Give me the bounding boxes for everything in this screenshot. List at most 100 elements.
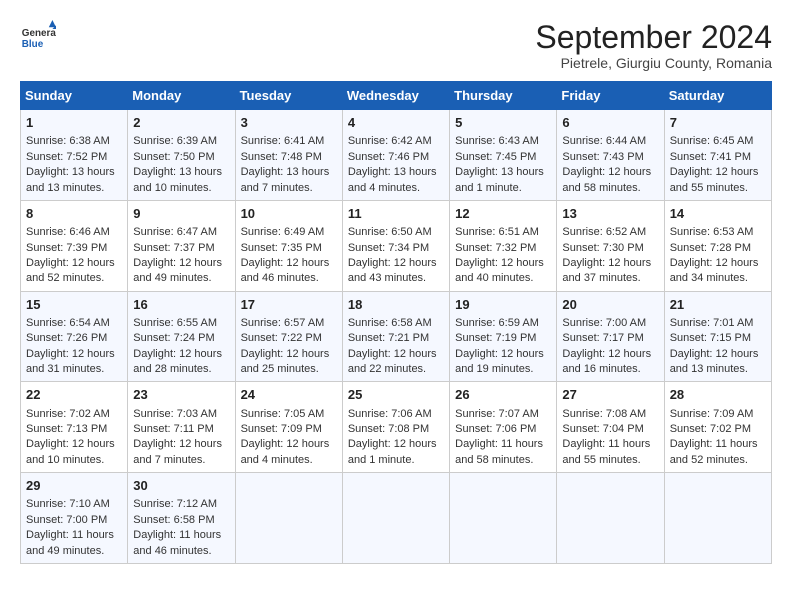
sunrise: Sunrise: 7:12 AM — [133, 498, 217, 510]
daylight-minutes: and 37 minutes. — [562, 272, 640, 284]
daylight-hours: Daylight: 12 hours — [241, 438, 330, 450]
daylight-hours: Daylight: 13 hours — [348, 166, 437, 178]
table-cell: 20Sunrise: 7:00 AMSunset: 7:17 PMDayligh… — [557, 291, 664, 382]
daylight-minutes: and 52 minutes. — [26, 272, 104, 284]
sunrise: Sunrise: 6:51 AM — [455, 226, 539, 238]
sunset: Sunset: 7:00 PM — [26, 514, 107, 526]
sunrise: Sunrise: 6:45 AM — [670, 135, 754, 147]
daylight-hours: Daylight: 12 hours — [562, 257, 651, 269]
sunset: Sunset: 7:46 PM — [348, 151, 429, 163]
sunrise: Sunrise: 7:07 AM — [455, 408, 539, 420]
day-number: 15 — [26, 296, 122, 314]
daylight-minutes: and 55 minutes. — [670, 182, 748, 194]
col-sunday: Sunday — [21, 82, 128, 110]
sunrise: Sunrise: 6:39 AM — [133, 135, 217, 147]
sunset: Sunset: 7:50 PM — [133, 151, 214, 163]
table-cell: 26Sunrise: 7:07 AMSunset: 7:06 PMDayligh… — [450, 382, 557, 473]
sunrise: Sunrise: 6:49 AM — [241, 226, 325, 238]
day-number: 26 — [455, 386, 551, 404]
calendar-week-row: 22Sunrise: 7:02 AMSunset: 7:13 PMDayligh… — [21, 382, 772, 473]
sunrise: Sunrise: 6:38 AM — [26, 135, 110, 147]
day-number: 18 — [348, 296, 444, 314]
sunset: Sunset: 7:37 PM — [133, 242, 214, 254]
table-cell: 1 Sunrise: 6:38 AM Sunset: 7:52 PM Daylight… — [21, 110, 128, 201]
day-number: 19 — [455, 296, 551, 314]
day-number: 27 — [562, 386, 658, 404]
daylight-minutes: and 55 minutes. — [562, 454, 640, 466]
table-cell: 21Sunrise: 7:01 AMSunset: 7:15 PMDayligh… — [664, 291, 771, 382]
sunrise: Sunrise: 6:53 AM — [670, 226, 754, 238]
daylight-minutes: and 58 minutes. — [455, 454, 533, 466]
sunrise: Sunrise: 6:50 AM — [348, 226, 432, 238]
sunrise: Sunrise: 6:47 AM — [133, 226, 217, 238]
daylight-minutes: and 1 minute. — [348, 454, 415, 466]
daylight-hours: Daylight: 11 hours — [26, 529, 114, 541]
sunset: Sunset: 7:52 PM — [26, 151, 107, 163]
daylight-hours: Daylight: 12 hours — [133, 348, 222, 360]
page-header: General Blue September 2024 Pietrele, Gi… — [20, 20, 772, 71]
daylight-minutes: and 31 minutes. — [26, 363, 104, 375]
day-number: 23 — [133, 386, 229, 404]
sunset: Sunset: 7:30 PM — [562, 242, 643, 254]
daylight-minutes: and 4 minutes. — [348, 182, 420, 194]
col-friday: Friday — [557, 82, 664, 110]
daylight-minutes: and 49 minutes. — [26, 545, 104, 557]
daylight-minutes: and 22 minutes. — [348, 363, 426, 375]
day-number: 1 — [26, 114, 122, 132]
daylight-minutes: and 13 minutes. — [26, 182, 104, 194]
table-cell: 7Sunrise: 6:45 AMSunset: 7:41 PMDaylight… — [664, 110, 771, 201]
daylight-minutes: and 58 minutes. — [562, 182, 640, 194]
daylight-minutes: and 40 minutes. — [455, 272, 533, 284]
table-cell: 2Sunrise: 6:39 AMSunset: 7:50 PMDaylight… — [128, 110, 235, 201]
day-number: 10 — [241, 205, 337, 223]
daylight-minutes: and 13 minutes. — [670, 363, 748, 375]
sunrise: Sunrise: 7:03 AM — [133, 408, 217, 420]
sunset: Sunset: 7:32 PM — [455, 242, 536, 254]
sunset: Sunset: 7:02 PM — [670, 423, 751, 435]
daylight-hours: Daylight: 12 hours — [241, 348, 330, 360]
table-cell: 15Sunrise: 6:54 AMSunset: 7:26 PMDayligh… — [21, 291, 128, 382]
day-number: 25 — [348, 386, 444, 404]
table-cell: 25Sunrise: 7:06 AMSunset: 7:08 PMDayligh… — [342, 382, 449, 473]
day-number: 17 — [241, 296, 337, 314]
day-number: 21 — [670, 296, 766, 314]
sunset: Sunset: 7:15 PM — [670, 332, 751, 344]
daylight-hours: Daylight: 12 hours — [241, 257, 330, 269]
sunrise: Sunrise: 7:08 AM — [562, 408, 646, 420]
table-cell: 4Sunrise: 6:42 AMSunset: 7:46 PMDaylight… — [342, 110, 449, 201]
table-cell: 28Sunrise: 7:09 AMSunset: 7:02 PMDayligh… — [664, 382, 771, 473]
table-cell — [557, 473, 664, 564]
table-cell: 6Sunrise: 6:44 AMSunset: 7:43 PMDaylight… — [557, 110, 664, 201]
daylight-hours: Daylight: 13 hours — [455, 166, 544, 178]
sunrise: Sunrise: 6:54 AM — [26, 317, 110, 329]
daylight-hours: Daylight: 12 hours — [133, 438, 222, 450]
sunset: Sunset: 7:04 PM — [562, 423, 643, 435]
daylight-hours: Daylight: 12 hours — [455, 348, 544, 360]
table-cell: 29Sunrise: 7:10 AMSunset: 7:00 PMDayligh… — [21, 473, 128, 564]
sunset: Sunset: 7:13 PM — [26, 423, 107, 435]
sunset: Sunset: 7:17 PM — [562, 332, 643, 344]
sunrise: Sunrise: 6:55 AM — [133, 317, 217, 329]
daylight-minutes: and 10 minutes. — [26, 454, 104, 466]
daylight-minutes: and 43 minutes. — [348, 272, 426, 284]
table-cell — [342, 473, 449, 564]
daylight-hours: Daylight: 12 hours — [26, 438, 115, 450]
day-number: 28 — [670, 386, 766, 404]
daylight-hours: Daylight: 12 hours — [562, 348, 651, 360]
daylight-minutes: and 4 minutes. — [241, 454, 313, 466]
table-cell: 13Sunrise: 6:52 AMSunset: 7:30 PMDayligh… — [557, 200, 664, 291]
sunset: Sunset: 7:19 PM — [455, 332, 536, 344]
daylight-hours: Daylight: 11 hours — [133, 529, 221, 541]
daylight-hours: Daylight: 13 hours — [26, 166, 115, 178]
daylight-minutes: and 34 minutes. — [670, 272, 748, 284]
sunset: Sunset: 7:35 PM — [241, 242, 322, 254]
sunset: Sunset: 7:21 PM — [348, 332, 429, 344]
table-cell — [235, 473, 342, 564]
daylight-minutes: and 46 minutes. — [133, 545, 211, 557]
calendar-week-row: 1 Sunrise: 6:38 AM Sunset: 7:52 PM Daylight… — [21, 110, 772, 201]
daylight-hours: Daylight: 11 hours — [455, 438, 543, 450]
table-cell: 16Sunrise: 6:55 AMSunset: 7:24 PMDayligh… — [128, 291, 235, 382]
table-cell: 30Sunrise: 7:12 AMSunset: 6:58 PMDayligh… — [128, 473, 235, 564]
table-cell: 14Sunrise: 6:53 AMSunset: 7:28 PMDayligh… — [664, 200, 771, 291]
calendar-table: Sunday Monday Tuesday Wednesday Thursday… — [20, 81, 772, 564]
